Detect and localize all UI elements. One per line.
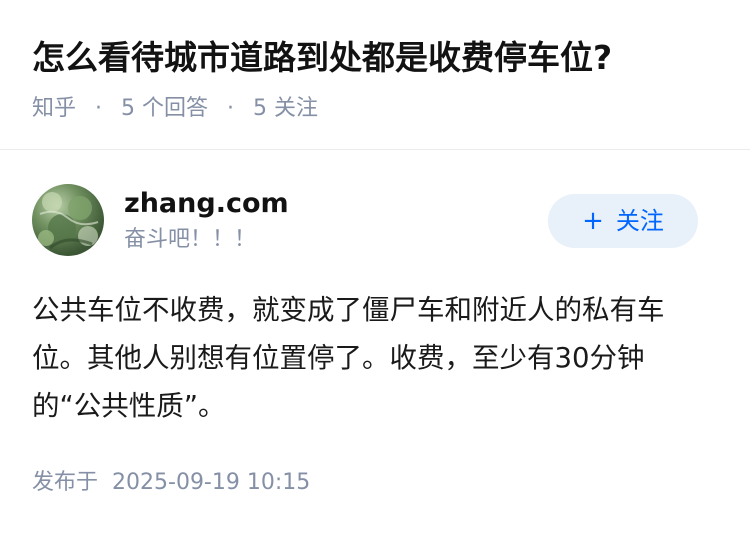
follow-label: 关注 <box>615 207 664 235</box>
meta-separator: · <box>95 96 103 121</box>
published-time: 2025-09-19 10:15 <box>112 470 311 495</box>
publish-info: 发布于 2025-09-19 10:15 <box>32 467 310 499</box>
question-header: 怎么看待城市道路到处都是收费停车位? 知乎 · 5 个回答 · 5 关注 <box>0 0 750 150</box>
plus-icon: + <box>582 206 604 236</box>
meta-separator: · <box>227 96 235 121</box>
question-title[interactable]: 怎么看待城市道路到处都是收费停车位? <box>32 36 612 80</box>
avatar-image <box>38 192 99 250</box>
author-name[interactable]: zhang.com <box>124 184 289 224</box>
question-meta: 知乎 · 5 个回答 · 5 关注 <box>32 93 318 125</box>
follow-button[interactable]: + 关注 <box>548 194 698 248</box>
source-label[interactable]: 知乎 <box>32 96 76 121</box>
published-label: 发布于 <box>32 470 99 495</box>
author-bio: 奋斗吧！！！ <box>124 227 257 252</box>
answer-content: 公共车位不收费，就变成了僵尸车和附近人的私有车位。其他人别想有位置停了。收费，至… <box>32 294 665 422</box>
follower-count[interactable]: 5 关注 <box>253 96 318 121</box>
answer-count[interactable]: 5 个回答 <box>121 96 208 121</box>
avatar[interactable] <box>32 184 104 256</box>
author-row: zhang.com 奋斗吧！！！ + 关注 <box>0 180 750 270</box>
